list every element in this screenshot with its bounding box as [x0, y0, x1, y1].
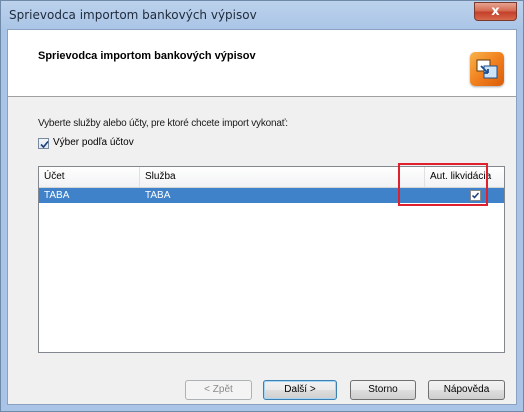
wizard-header: Sprievodca importom bankových výpisov	[8, 30, 516, 97]
cell-service: TABA	[145, 190, 171, 201]
select-by-account-checkbox[interactable]	[38, 138, 49, 149]
column-header-account[interactable]: Účet	[39, 167, 139, 187]
help-button[interactable]: Nápověda	[428, 380, 505, 400]
wizard-title: Sprievodca importom bankových výpisov	[38, 50, 256, 62]
close-icon: x	[491, 4, 500, 19]
select-by-account-label: Výber podľa účtov	[53, 137, 134, 148]
column-header-service[interactable]: Služba	[140, 167, 426, 187]
wizard-content: Sprievodca importom bankových výpisov Vy…	[7, 29, 517, 405]
cell-account: TABA	[44, 190, 70, 201]
instruction-text: Vyberte služby alebo účty, pre ktoré chc…	[38, 118, 288, 129]
back-button[interactable]: < Zpět	[185, 380, 252, 400]
highlight-box	[398, 163, 488, 206]
window-title: Sprievodca importom bankových výpisov	[9, 8, 257, 22]
close-button[interactable]: x	[474, 2, 517, 21]
title-bar[interactable]: Sprievodca importom bankových výpisov x	[1, 1, 523, 29]
cancel-button[interactable]: Storno	[350, 380, 416, 400]
next-button[interactable]: Další >	[263, 380, 337, 400]
import-wizard-icon	[470, 52, 504, 86]
